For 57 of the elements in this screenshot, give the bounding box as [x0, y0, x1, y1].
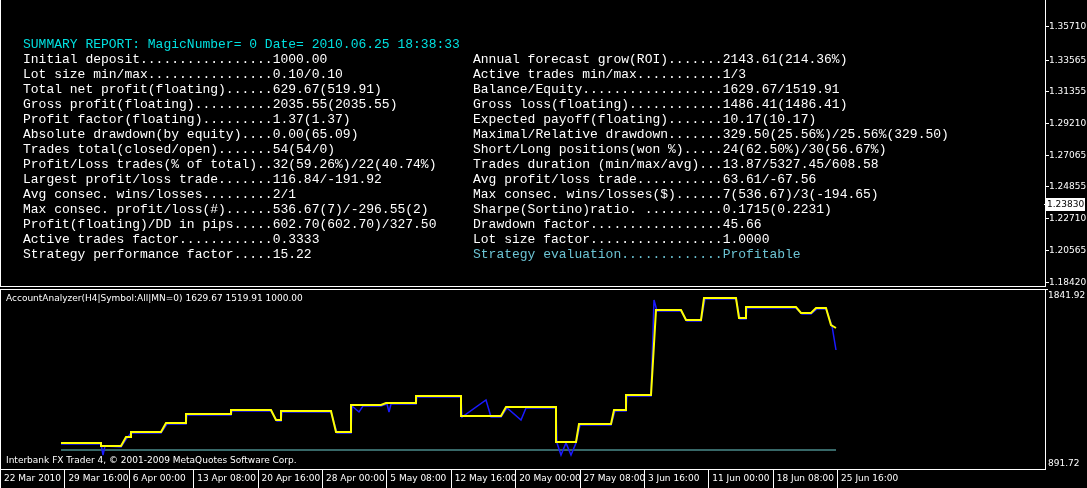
price-label: 1.18420	[1048, 276, 1087, 289]
report-line: Profit factor(floating).........1.37(1.37)	[23, 112, 352, 127]
report-line: Profit/Loss trades(% of total)..32(59.26%)/22(40.74%)	[23, 157, 438, 172]
price-label: 1.29210	[1048, 117, 1087, 130]
time-label: 12 May 16:00	[450, 470, 516, 488]
indicator-title: AccountAnalyzer(H4|Symbol:All|MN=0) 1629.67 1519.91 1000.00	[6, 292, 303, 304]
report-line: Avg profit/loss trade...........63.61/-67.56	[473, 172, 818, 187]
report-line: Strategy performance factor.....15.22	[23, 247, 313, 262]
price-label: 1.27065	[1048, 149, 1087, 162]
axis-label: 891.72	[1048, 458, 1080, 468]
price-label: 1.23830	[1046, 198, 1086, 211]
time-label: 6 Apr 00:00	[128, 470, 194, 488]
time-label: 29 Mar 16:00	[64, 470, 129, 488]
report-line: Gross profit(floating)..........2035.55(2035.55)	[23, 97, 399, 112]
report-line: Balance/Equity..................1629.67/1519.91	[473, 82, 841, 97]
price-label: 1.33565	[1048, 54, 1087, 67]
price-label: 1.35710	[1048, 20, 1087, 33]
report-line: Absolute drawdown(by equity)....0.00(65.09)	[23, 127, 360, 142]
time-label: 20 May 00:00	[515, 470, 580, 488]
report-line: Avg consec. wins/losses.........2/1	[23, 187, 298, 202]
report-line: Lot size factor.................1.0000	[473, 232, 771, 247]
time-label: 28 Apr 00:00	[321, 470, 387, 488]
axis-label: 1841.92	[1048, 290, 1086, 300]
time-label: 13 Apr 08:00	[193, 470, 258, 488]
report-line: Expected payoff(floating).......10.17(10.17)	[473, 112, 818, 127]
report-line: Lot size min/max................0.10/0.10	[23, 67, 344, 82]
time-label: 20 Apr 16:00	[257, 470, 322, 488]
report-line: Gross loss(floating)............1486.41(1486.41)	[473, 97, 849, 112]
report-line: Largest profit/loss trade.......116.84/-191.92	[23, 172, 383, 187]
time-label: 25 Jun 16:00	[837, 470, 902, 488]
report-line: Annual forecast grow(ROI).......2143.61(214.36%)	[473, 52, 849, 67]
time-label: 27 May 08:00	[579, 470, 644, 488]
report-line: Max consec. wins/losses($)......7(536.67)/3(-194.65)	[473, 187, 880, 202]
report-title: SUMMARY REPORT: MagicNumber= 0 Date= 2010.06.25 18:38:33	[23, 37, 461, 52]
time-label: 3 Jun 16:00	[643, 470, 709, 488]
report-line: Max consec. profit/loss(#)......536.67(7)/-296.55(2)	[23, 202, 430, 217]
time-label: 22 Mar 2010	[0, 470, 65, 488]
report-line: Total net profit(floating)......629.67(519.91)	[23, 82, 383, 97]
time-label: 11 Jun 00:00	[708, 470, 773, 488]
price-label: 1.22710	[1048, 212, 1087, 225]
report-line: Trades duration (min/max/avg)...13.87/5327.45/608.58	[473, 157, 880, 172]
price-label: 1.31355	[1048, 85, 1087, 98]
report-line: Active trades min/max...........1/3	[473, 67, 748, 82]
report-line: Maximal/Relative drawdown.......329.50(25.56%)/25.56%(329.50)	[473, 127, 950, 142]
report-line: Initial deposit.................1000.00	[23, 52, 329, 67]
report-line: Trades total(closed/open).......54(54/0)	[23, 142, 337, 157]
report-line: Profit(floating)/DD in pips.....602.70(602.70)/327.50	[23, 217, 438, 232]
strategy-evaluation: Strategy evaluation.............Profitable	[473, 247, 802, 262]
report-line: Short/Long positions(won %).....24(62.50%)/30(56.67%)	[473, 142, 888, 157]
price-label: 1.24855	[1048, 180, 1087, 193]
price-label: 1.20565	[1048, 244, 1087, 257]
copyright-text: Interbank FX Trader 4, © 2001-2009 MetaQuotes Software Corp.	[6, 454, 297, 466]
time-label: 5 May 08:00	[386, 470, 451, 488]
report-line: Sharpe(Sortino)ratio. ..........0.1715(0.2231)	[473, 202, 833, 217]
report-line: Drawdown factor.................45.66	[473, 217, 763, 232]
time-label: 18 Jun 08:00	[772, 470, 838, 488]
report-line: Active trades factor............0.3333	[23, 232, 321, 247]
